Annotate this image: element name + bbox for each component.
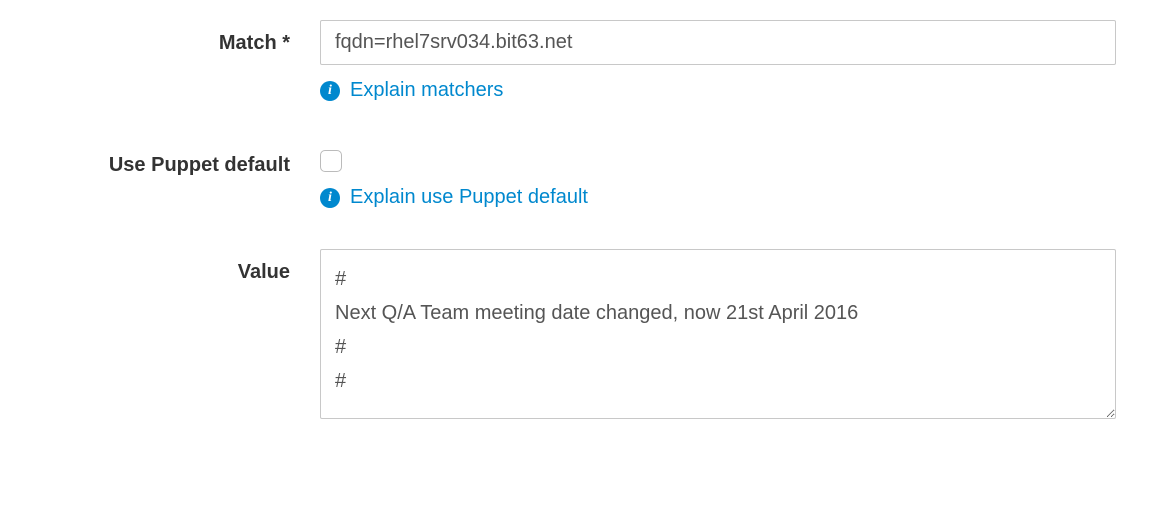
puppet-default-label: Use Puppet default (40, 142, 320, 177)
match-input[interactable] (320, 20, 1116, 65)
puppet-default-help-row: i Explain use Puppet default (320, 186, 1116, 209)
match-row: Match * i Explain matchers (40, 20, 1116, 132)
value-textarea[interactable] (320, 249, 1116, 419)
value-input-col (320, 249, 1116, 425)
puppet-default-row: Use Puppet default i Explain use Puppet … (40, 142, 1116, 239)
match-input-col: i Explain matchers (320, 20, 1116, 132)
puppet-default-input-col: i Explain use Puppet default (320, 142, 1116, 239)
explain-puppet-default-link[interactable]: Explain use Puppet default (350, 186, 588, 209)
info-icon: i (320, 81, 340, 101)
match-help-row: i Explain matchers (320, 79, 1116, 102)
match-label: Match * (40, 20, 320, 55)
explain-matchers-link[interactable]: Explain matchers (350, 79, 503, 102)
info-icon: i (320, 188, 340, 208)
value-row: Value (40, 249, 1116, 425)
value-label: Value (40, 249, 320, 284)
puppet-default-checkbox[interactable] (320, 150, 342, 172)
